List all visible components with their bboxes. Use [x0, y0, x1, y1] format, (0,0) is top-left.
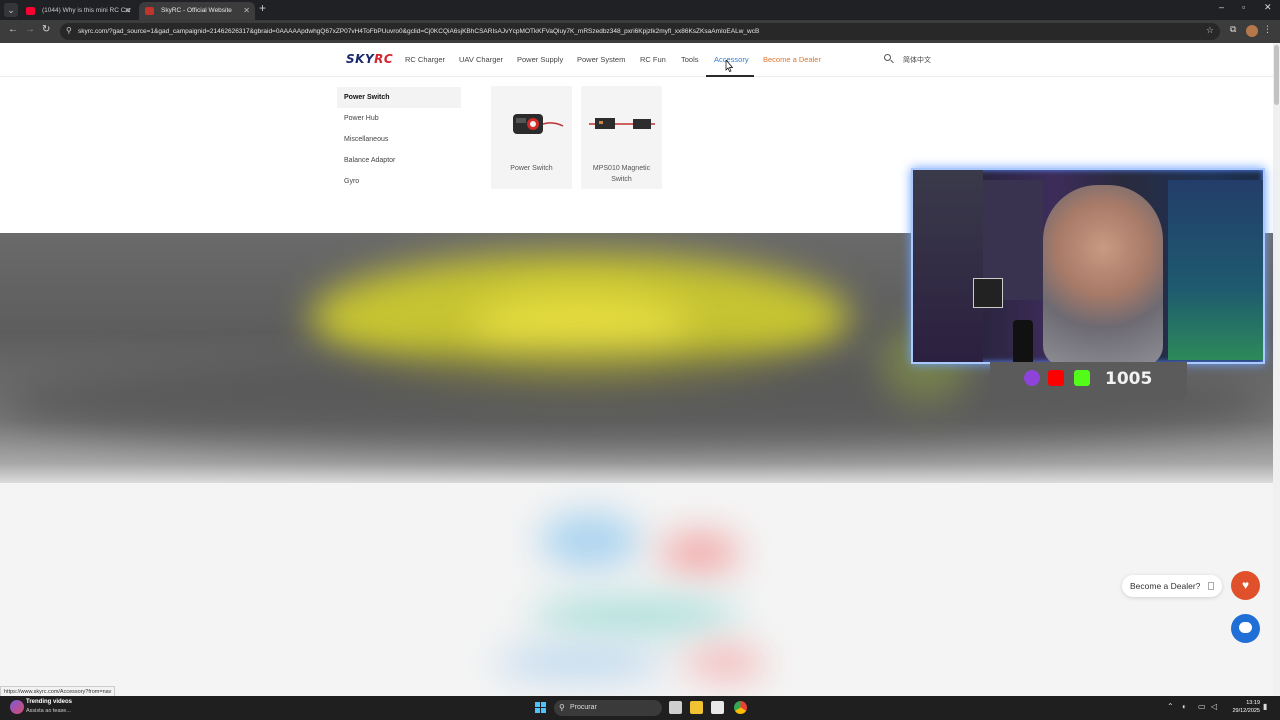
- menu-kebab-icon[interactable]: ⋮: [1263, 24, 1272, 35]
- magnetic-switch-image: [589, 118, 655, 129]
- category-balance-adaptor[interactable]: Balance Adaptor: [337, 150, 461, 171]
- file-explorer-icon[interactable]: [690, 701, 703, 714]
- notifications-icon[interactable]: ▮: [1263, 702, 1267, 711]
- tab-search-button[interactable]: ⌄: [4, 3, 18, 17]
- clock-date: 29/12/2025: [1232, 708, 1260, 714]
- logo-sky: SKY: [346, 52, 375, 66]
- close-window-icon[interactable]: ✕: [1264, 2, 1272, 13]
- url-text[interactable]: skyrc.com/?gad_source=1&gad_campaignid=2…: [78, 23, 1188, 40]
- link-status-bubble: https://www.skyrc.com/Accessory?from=nav: [0, 686, 116, 696]
- become-dealer-prompt[interactable]: Become a Dealer?: [1122, 575, 1222, 597]
- skyrc-favicon-icon: [145, 7, 154, 15]
- nav-tools[interactable]: Tools: [681, 55, 699, 64]
- close-tab-icon[interactable]: ✕: [243, 2, 250, 20]
- category-gyro[interactable]: Gyro: [337, 171, 461, 192]
- youtube-favicon-icon: [26, 7, 35, 15]
- windows-taskbar: Trending videos Assista ao tease... ⚲ Pr…: [0, 696, 1280, 720]
- category-power-switch[interactable]: Power Switch: [337, 87, 461, 108]
- search-icon[interactable]: [883, 53, 895, 65]
- nav-power-system[interactable]: Power System: [577, 55, 625, 64]
- viewer-count: 1005: [1105, 369, 1153, 389]
- extensions-icon[interactable]: ⧉: [1230, 24, 1236, 35]
- browser-tab-youtube[interactable]: (1044) Why is this mini RC Car ✕: [20, 2, 136, 20]
- nav-uav-charger[interactable]: UAV Charger: [459, 55, 503, 64]
- category-miscellaneous[interactable]: Miscellaneous: [337, 129, 461, 150]
- blurred-banner-red: [685, 648, 765, 678]
- category-power-hub[interactable]: Power Hub: [337, 108, 461, 129]
- mouse-pointer-icon: [725, 60, 733, 72]
- scrollbar-thumb[interactable]: [1274, 45, 1279, 105]
- nav-rc-fun[interactable]: RC Fun: [640, 55, 666, 64]
- shelf-right: [1168, 180, 1263, 360]
- forward-icon[interactable]: →: [25, 24, 35, 35]
- product-card-power-switch[interactable]: Power Switch: [491, 86, 572, 189]
- nav-power-supply[interactable]: Power Supply: [517, 55, 563, 64]
- tab-title: (1044) Why is this mini RC Car: [42, 7, 132, 14]
- system-clock[interactable]: 13:19 29/12/2025: [1228, 699, 1260, 715]
- close-tab-icon[interactable]: ✕: [124, 2, 131, 20]
- profile-avatar[interactable]: [1246, 25, 1258, 37]
- back-icon[interactable]: ←: [8, 24, 18, 35]
- taskbar-search[interactable]: ⚲ Procurar: [554, 700, 662, 716]
- product-card-mps010[interactable]: MPS010 Magnetic Switch: [581, 86, 662, 189]
- network-icon[interactable]: ▭: [1198, 702, 1206, 711]
- product-name: Power Switch: [510, 165, 553, 172]
- power-switch-image: [513, 114, 564, 134]
- webcam-overlay: [911, 168, 1265, 364]
- widget-subtitle[interactable]: Assista ao tease...: [26, 708, 71, 714]
- site-info-icon[interactable]: ⚲: [66, 26, 72, 35]
- task-view-icon[interactable]: [669, 701, 682, 714]
- start-menu-icon[interactable]: [535, 702, 547, 714]
- nav-become-dealer[interactable]: Become a Dealer: [763, 55, 821, 64]
- blurred-logo-blue: [540, 513, 640, 568]
- streamer-figure: [1043, 185, 1163, 362]
- reload-icon[interactable]: ↻: [42, 24, 50, 35]
- tab-title: SkyRC - Official Website: [161, 7, 232, 14]
- dealer-prompt-text: Become a Dealer?: [1130, 581, 1201, 591]
- volume-icon[interactable]: ◁: [1211, 702, 1217, 711]
- microphone: [1013, 320, 1033, 362]
- bookmark-star-icon[interactable]: ☆: [1206, 25, 1214, 36]
- widgets-icon[interactable]: [10, 700, 24, 714]
- minimize-icon[interactable]: –: [1219, 2, 1224, 12]
- address-toolbar: ← → ↻ ⚲ skyrc.com/?gad_source=1&gad_camp…: [0, 20, 1280, 43]
- maximize-icon[interactable]: ▫: [1242, 2, 1245, 12]
- page-scrollbar[interactable]: [1273, 43, 1280, 696]
- widget-title[interactable]: Trending videos: [26, 699, 72, 705]
- store-icon[interactable]: [711, 701, 724, 714]
- arcade-cabinet-left: [913, 170, 983, 362]
- blurred-banner-teal: [530, 598, 740, 633]
- search-placeholder: Procurar: [570, 704, 597, 711]
- rc-sign: [973, 278, 1003, 308]
- logo-rc: RC: [374, 52, 394, 66]
- chrome-icon[interactable]: [734, 701, 747, 714]
- address-bar[interactable]: ⚲ skyrc.com/?gad_source=1&gad_campaignid…: [60, 23, 1220, 40]
- tray-app-icon[interactable]: ◐: [1182, 702, 1187, 711]
- blurred-logo-red: [660, 533, 740, 573]
- clock-time: 13:19: [1246, 700, 1260, 706]
- lower-content-blurred: [0, 483, 1273, 696]
- kick-icon: [1074, 370, 1090, 386]
- browser-tab-strip: ⌄ (1044) Why is this mini RC Car ✕ SkyRC…: [0, 0, 1280, 20]
- youtube-icon: [1048, 370, 1064, 386]
- browser-tab-skyrc[interactable]: SkyRC - Official Website ✕: [139, 2, 255, 20]
- search-icon: ⚲: [559, 703, 565, 712]
- product-name: MPS010 Magnetic Switch: [592, 165, 651, 183]
- tray-overflow-icon[interactable]: ⌃: [1167, 702, 1174, 711]
- new-tab-icon[interactable]: +: [259, 1, 266, 15]
- language-switch[interactable]: 简体中文: [903, 55, 931, 65]
- heart-icon[interactable]: ♥: [1231, 571, 1260, 600]
- subscriber-counter: 1005: [990, 362, 1187, 400]
- blurred-banner-blue: [495, 648, 665, 678]
- skyrc-logo[interactable]: SKYRC: [346, 52, 393, 66]
- site-header: SKYRC RC Charger UAV Charger Power Suppl…: [0, 43, 1273, 77]
- twitch-icon: [1024, 370, 1040, 386]
- chat-icon[interactable]: [1231, 614, 1260, 643]
- nav-rc-charger[interactable]: RC Charger: [405, 55, 445, 64]
- document-icon: [1208, 582, 1214, 590]
